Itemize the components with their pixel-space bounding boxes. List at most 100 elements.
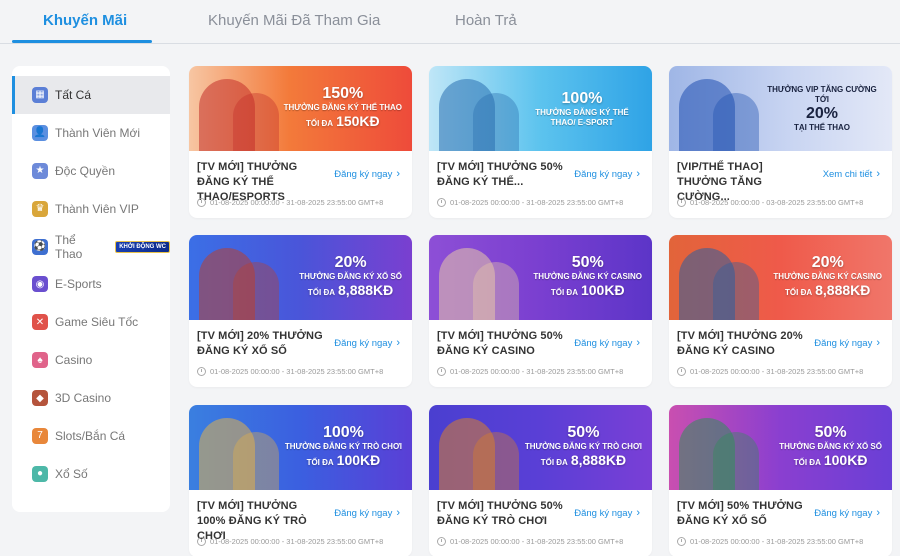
banner-max: TẠI THỂ THAO: [794, 122, 850, 132]
banner-subtitle: THƯỞNG ĐĂNG KÝ THỂ THAO/ E-SPORT: [535, 107, 629, 127]
chevron-right-icon: ›: [396, 168, 400, 180]
banner-percent: 100%: [322, 424, 364, 441]
promo-card[interactable]: 150% THƯỞNG ĐĂNG KÝ THỂ THAO TỐI ĐA 150KĐ [T…: [189, 66, 412, 218]
sidebar-item-6[interactable]: ✕ Game Siêu Tốc: [12, 303, 170, 341]
banner-subtitle: THƯỞNG ĐĂNG KÝ CASINO: [533, 272, 642, 281]
sidebar-item-9[interactable]: 7 Slots/Bắn Cá: [12, 417, 170, 455]
sidebar-item-8[interactable]: ◆ 3D Casino: [12, 379, 170, 417]
clock-icon: [677, 367, 686, 376]
sidebar-item-label: Thể Thao: [55, 232, 83, 261]
sidebar-item-2[interactable]: ★ Độc Quyền: [12, 152, 170, 190]
tab-khuyen-mai-da-tham-gia[interactable]: Khuyến Mãi Đã Tham Gia: [208, 12, 380, 29]
chevron-right-icon: ›: [876, 168, 880, 180]
sidebar-item-5[interactable]: ◉ E-Sports: [12, 265, 170, 303]
promo-card-body: [TV MỚI] 50% THƯỞNG ĐĂNG KÝ XỔ SỐ Đăng ký…: [669, 490, 892, 556]
register-link[interactable]: Đăng ký ngay ›: [334, 168, 400, 180]
sidebar-item-label: 3D Casino: [55, 391, 112, 406]
promo-card[interactable]: 50% THƯỞNG ĐĂNG KÝ TRÒ CHƠI TỐI ĐA 8,888KĐ[…: [429, 405, 652, 556]
promo-tabs: Khuyến Mãi Khuyến Mãi Đã Tham Gia Hoàn T…: [0, 0, 900, 44]
banner-text: THƯỞNG VIP TĂNG CƯỜNG TỚI 20% TẠI THỂ THAO: [762, 66, 882, 151]
promo-card[interactable]: THƯỞNG VIP TĂNG CƯỜNG TỚI 20% TẠI THỂ THAO…: [669, 66, 892, 218]
register-link[interactable]: Đăng ký ngay ›: [814, 507, 880, 519]
chevron-right-icon: ›: [876, 337, 880, 349]
register-link[interactable]: Đăng ký ngay ›: [574, 168, 640, 180]
promo-banner[interactable]: 50% THƯỞNG ĐĂNG KÝ XỔ SỐ TỐI ĐA 100KĐ: [669, 405, 892, 490]
vip-crown-icon: ♛: [32, 200, 48, 217]
sidebar-item-label: Slots/Bắn Cá: [55, 428, 126, 443]
register-link[interactable]: Đăng ký ngay ›: [574, 507, 640, 519]
clock-icon: [197, 198, 206, 207]
promo-banner[interactable]: 50% THƯỞNG ĐĂNG KÝ CASINO TỐI ĐA 100KĐ: [429, 235, 652, 320]
sidebar-item-4[interactable]: ⚽ Thể Thao KHỞI ĐỘNG WC: [12, 228, 170, 266]
clock-icon: [437, 367, 446, 376]
promo-banner[interactable]: 50% THƯỞNG ĐĂNG KÝ TRÒ CHƠI TỐI ĐA 8,888KĐ: [429, 405, 652, 490]
banner-text: 100% THƯỞNG ĐĂNG KÝ THỂ THAO/ E-SPORT: [522, 66, 642, 151]
sidebar-item-label: Thành Viên Mới: [55, 125, 141, 140]
sidebar-item-0[interactable]: ▦ Tất Cá: [12, 76, 170, 114]
banner-max-prefix: TỐI ĐA: [306, 458, 334, 467]
promo-date-range: 01-08-2025 00:00:00 - 31-08-2025 23:55:0…: [197, 198, 383, 207]
register-link-label: Đăng ký ngay: [334, 338, 393, 349]
banner-max-prefix: TỐI ĐA: [793, 458, 821, 467]
sidebar-item-10[interactable]: ● Xổ Số: [12, 455, 170, 493]
banner-subtitle: THƯỞNG ĐĂNG KÝ CASINO: [773, 272, 882, 281]
banner-max-value: 8,888KĐ: [570, 452, 627, 468]
promo-card[interactable]: 100% THƯỞNG ĐĂNG KÝ TRÒ CHƠI TỐI ĐA 100KĐ [T…: [189, 405, 412, 556]
model-figure: [473, 93, 519, 151]
banner-percent: 50%: [571, 254, 604, 271]
sidebar-item-1[interactable]: 👤 Thành Viên Mới: [12, 114, 170, 152]
tab-khuyen-mai[interactable]: Khuyến Mãi: [43, 12, 127, 29]
banner-subtitle: THƯỞNG VIP TĂNG CƯỜNG TỚI: [767, 84, 877, 104]
banner-max-prefix: TỐI ĐA: [305, 119, 334, 128]
register-link[interactable]: Xem chi tiết ›: [823, 168, 880, 180]
sidebar-item-7[interactable]: ♠ Casino: [12, 341, 170, 379]
promo-card[interactable]: 50% THƯỞNG ĐĂNG KÝ CASINO TỐI ĐA 100KĐ [TV M…: [429, 235, 652, 387]
promo-card-body: [TV MỚI] THƯỞNG ĐĂNG KÝ THỂ THAO/ESPORTS…: [189, 151, 412, 218]
clock-icon: [437, 537, 446, 546]
promo-card[interactable]: 50% THƯỞNG ĐĂNG KÝ XỔ SỐ TỐI ĐA 100KĐ [TV MỚ…: [669, 405, 892, 556]
promo-banner[interactable]: 150% THƯỞNG ĐĂNG KÝ THỂ THAO TỐI ĐA 150KĐ: [189, 66, 412, 151]
promo-banner[interactable]: 100% THƯỞNG ĐĂNG KÝ TRÒ CHƠI TỐI ĐA 100KĐ: [189, 405, 412, 490]
gamepad-icon: ◉: [32, 276, 48, 293]
promo-date-text: 01-08-2025 00:00:00 - 31-08-2025 23:55:0…: [210, 537, 384, 546]
promo-card[interactable]: 20% THƯỞNG ĐĂNG KÝ CASINO TỐI ĐA 8,888KĐ [TV…: [669, 235, 892, 387]
promo-date-text: 01-08-2025 00:00:00 - 31-08-2025 23:55:0…: [690, 367, 864, 376]
user-icon: 👤: [32, 124, 48, 141]
banner-max-prefix: TỐI ĐA: [550, 288, 578, 297]
fast-game-icon: ✕: [32, 314, 48, 331]
promo-card[interactable]: 100% THƯỞNG ĐĂNG KÝ THỂ THAO/ E-SPORT [TV …: [429, 66, 652, 218]
promo-card-body: [TV MỚI] THƯỞNG 50% ĐĂNG KÝ CASINO Đăng k…: [429, 320, 652, 387]
register-link[interactable]: Đăng ký ngay ›: [334, 337, 400, 349]
register-link-label: Đăng ký ngay: [814, 338, 873, 349]
grid-icon: ▦: [32, 86, 48, 103]
sidebar-item-label: E-Sports: [55, 277, 102, 292]
sidebar-badge: KHỞI ĐỘNG WC: [115, 240, 170, 253]
banner-subtitle: THƯỞNG ĐĂNG KÝ THỂ THAO: [283, 103, 402, 112]
promo-card-body: [TV MỚI] THƯỞNG 50% ĐĂNG KÝ TRÒ CHƠI Đăng…: [429, 490, 652, 556]
promo-card[interactable]: 20% THƯỞNG ĐĂNG KÝ XỔ SỐ TỐI ĐA 8,888KĐ [TV …: [189, 235, 412, 387]
promo-banner[interactable]: 100% THƯỞNG ĐĂNG KÝ THỂ THAO/ E-SPORT: [429, 66, 652, 151]
register-link[interactable]: Đăng ký ngay ›: [574, 337, 640, 349]
promo-card-body: [VIP/THỂ THAO] THƯỞNG TĂNG CƯỜNG... Xem c…: [669, 151, 892, 218]
register-link[interactable]: Đăng ký ngay ›: [814, 337, 880, 349]
chevron-right-icon: ›: [636, 337, 640, 349]
sidebar-item-label: Casino: [55, 353, 93, 368]
promo-date-text: 01-08-2025 00:00:00 - 31-08-2025 23:55:0…: [210, 198, 384, 207]
promo-banner[interactable]: 20% THƯỞNG ĐĂNG KÝ CASINO TỐI ĐA 8,888KĐ: [669, 235, 892, 320]
promo-banner[interactable]: THƯỞNG VIP TĂNG CƯỜNG TỚI 20% TẠI THỂ THAO: [669, 66, 892, 151]
register-link-label: Đăng ký ngay: [574, 508, 633, 519]
promo-banner[interactable]: 20% THƯỞNG ĐĂNG KÝ XỔ SỐ TỐI ĐA 8,888KĐ: [189, 235, 412, 320]
register-link-label: Đăng ký ngay: [574, 169, 633, 180]
banner-percent: 20%: [805, 104, 839, 122]
tab-hoan-tra[interactable]: Hoàn Trả: [455, 12, 517, 29]
banner-max-value: 8,888KĐ: [338, 282, 394, 298]
register-link-label: Đăng ký ngay: [574, 338, 633, 349]
sidebar-item-3[interactable]: ♛ Thành Viên VIP: [12, 190, 170, 228]
banner-max-value: 150KĐ: [336, 113, 380, 129]
banner-text: 20% THƯỞNG ĐĂNG KÝ CASINO TỐI ĐA 8,888KĐ: [773, 235, 882, 320]
banner-max: TỐI ĐA 8,888KĐ: [785, 282, 870, 301]
model-figure: [233, 93, 279, 151]
banner-max-value: 100KĐ: [823, 452, 868, 468]
model-figure: [233, 262, 279, 320]
register-link[interactable]: Đăng ký ngay ›: [334, 507, 400, 519]
